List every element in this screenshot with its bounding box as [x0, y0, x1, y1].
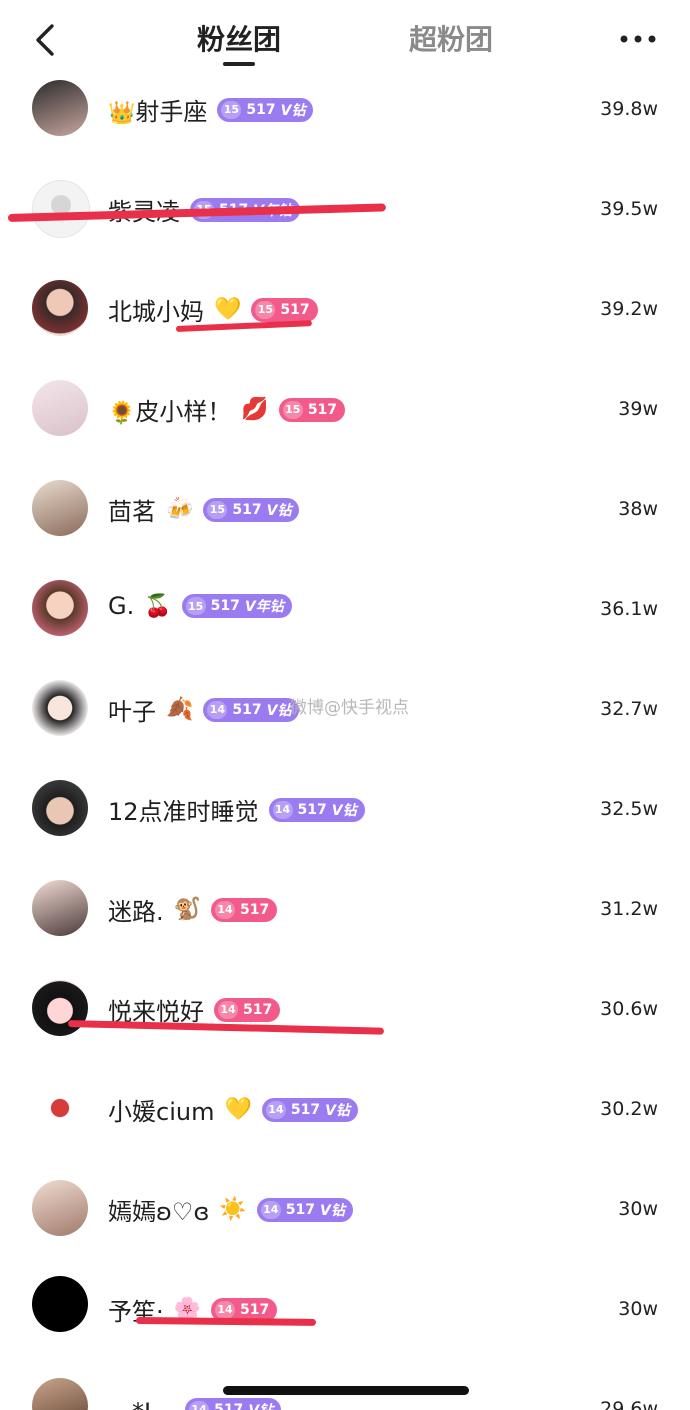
fan-club-badge: 14517V钻 — [268, 797, 365, 822]
list-item[interactable]: 予笙· 🌸 14 517 30w — [0, 1258, 690, 1358]
avatar[interactable] — [32, 780, 88, 836]
avatar[interactable] — [32, 80, 88, 136]
list-item[interactable]: 北城小妈 💛 15 517 39.2w — [0, 258, 690, 358]
fan-count: 29.6w — [600, 1398, 658, 1410]
name-label: 茴茗 — [108, 498, 156, 526]
name-label: 👑射手座 — [108, 98, 208, 126]
fan-club-badge: 14517V钻 — [261, 1097, 358, 1122]
tab-fan-club[interactable]: 粉丝团 — [197, 18, 281, 58]
top-navigation-bar: 粉丝团 超粉团 — [0, 0, 690, 78]
active-tab-indicator — [223, 62, 255, 66]
list-item[interactable]: G. 🍒 15 517 V年钻 36.1w — [0, 558, 690, 658]
monkey-emoji-icon: 🐒 — [173, 897, 202, 922]
list-item[interactable]: 嫣嫣ʚ♡ɞ ☀️ 14 517 V钻 30w — [0, 1158, 690, 1258]
fan-count: 39w — [618, 398, 658, 420]
name-label: 叶子 — [108, 698, 156, 726]
avatar[interactable] — [32, 180, 90, 238]
more-dots-icon[interactable] — [618, 22, 658, 56]
name-label: 迷路. — [108, 898, 164, 926]
avatar[interactable] — [32, 1180, 88, 1236]
name-label: 小媛cium — [108, 1098, 215, 1126]
avatar[interactable] — [32, 1080, 88, 1136]
sun-emoji-icon: ☀️ — [219, 1197, 247, 1222]
fan-club-badge: 14517V钻 — [185, 1397, 282, 1410]
avatar[interactable] — [32, 880, 88, 936]
avatar[interactable] — [32, 480, 88, 536]
fan-count: 30.6w — [600, 998, 658, 1020]
fan-count: 32.7w — [600, 698, 658, 720]
chevron-left-icon[interactable] — [28, 20, 64, 60]
avatar[interactable] — [32, 980, 88, 1036]
fan-count: 30w — [618, 1198, 658, 1220]
fan-count: 32.5w — [600, 798, 658, 820]
list-item[interactable]: 迷路. 🐒 14 517 31.2w — [0, 858, 690, 958]
beer-emoji-icon: 🍻 — [166, 497, 194, 522]
name-label: 嫣嫣ʚ♡ɞ — [108, 1198, 210, 1226]
fan-count: 36.1w — [600, 598, 658, 620]
cherry-emoji-icon: 🍒 — [144, 593, 172, 619]
lips-emoji-icon: 💋 — [241, 397, 269, 422]
avatar[interactable] — [32, 280, 88, 336]
fan-club-badge: 14 517 — [214, 997, 281, 1022]
leaf-emoji-icon: 🍂 — [166, 697, 194, 722]
name-label: 12点准时睡觉 — [108, 798, 259, 826]
list-item[interactable]: 茴茗 🍻 15 517 V钻 38w — [0, 458, 690, 558]
list-item[interactable]: 悦来悦好 14 517 30.6w — [0, 958, 690, 1058]
fan-club-badge: 14 517 — [211, 897, 278, 922]
heart-emoji-icon: 💛 — [224, 1097, 252, 1122]
fan-club-badge: 15 517 — [278, 397, 346, 422]
fan-club-badge: 15 517 V钻 — [217, 97, 314, 122]
list-item[interactable]: 🌻皮小样！ 💋 15 517 39w — [0, 358, 690, 458]
tab-super-fan-club[interactable]: 超粉团 — [409, 18, 493, 58]
heart-emoji-icon: 💛 — [214, 297, 242, 322]
list-item[interactable]: *J、 14517V钻 29.6w — [0, 1358, 690, 1410]
fan-club-badge: 14517V钻 — [203, 697, 300, 722]
fan-count: 30.2w — [600, 1098, 658, 1120]
name-label: 🌻皮小样！ — [108, 398, 232, 426]
fan-club-badge: 15 517 V钻 — [203, 497, 300, 522]
name-label: 北城小妈 — [108, 298, 204, 326]
fan-club-badge: 14517V钻 — [256, 1197, 353, 1222]
fan-count: 39.5w — [600, 198, 658, 220]
list-item[interactable]: 小媛cium 💛 14 517 V钻 30.2w — [0, 1058, 690, 1158]
list-item[interactable]: 12点准时睡觉 14 517 V钻 32.5w — [0, 758, 690, 858]
avatar[interactable] — [32, 680, 88, 736]
fan-count: 39.2w — [600, 298, 658, 320]
fan-count: 39.8w — [600, 98, 658, 120]
avatar[interactable] — [32, 580, 88, 636]
fan-count: 38w — [618, 498, 658, 520]
avatar[interactable] — [32, 380, 88, 436]
avatar[interactable] — [32, 1378, 88, 1410]
fan-count: 31.2w — [600, 898, 658, 920]
name-label: G. — [108, 592, 135, 620]
watermark: 微博@快手视点 — [290, 698, 409, 718]
fan-count: 30w — [618, 1298, 658, 1320]
avatar[interactable] — [32, 1276, 88, 1332]
fan-club-badge: 15517V年钻 — [181, 594, 292, 618]
home-indicator[interactable] — [223, 1386, 469, 1395]
fan-club-badge: 15 517 — [251, 297, 318, 322]
name-label: *J、 — [132, 1392, 175, 1410]
